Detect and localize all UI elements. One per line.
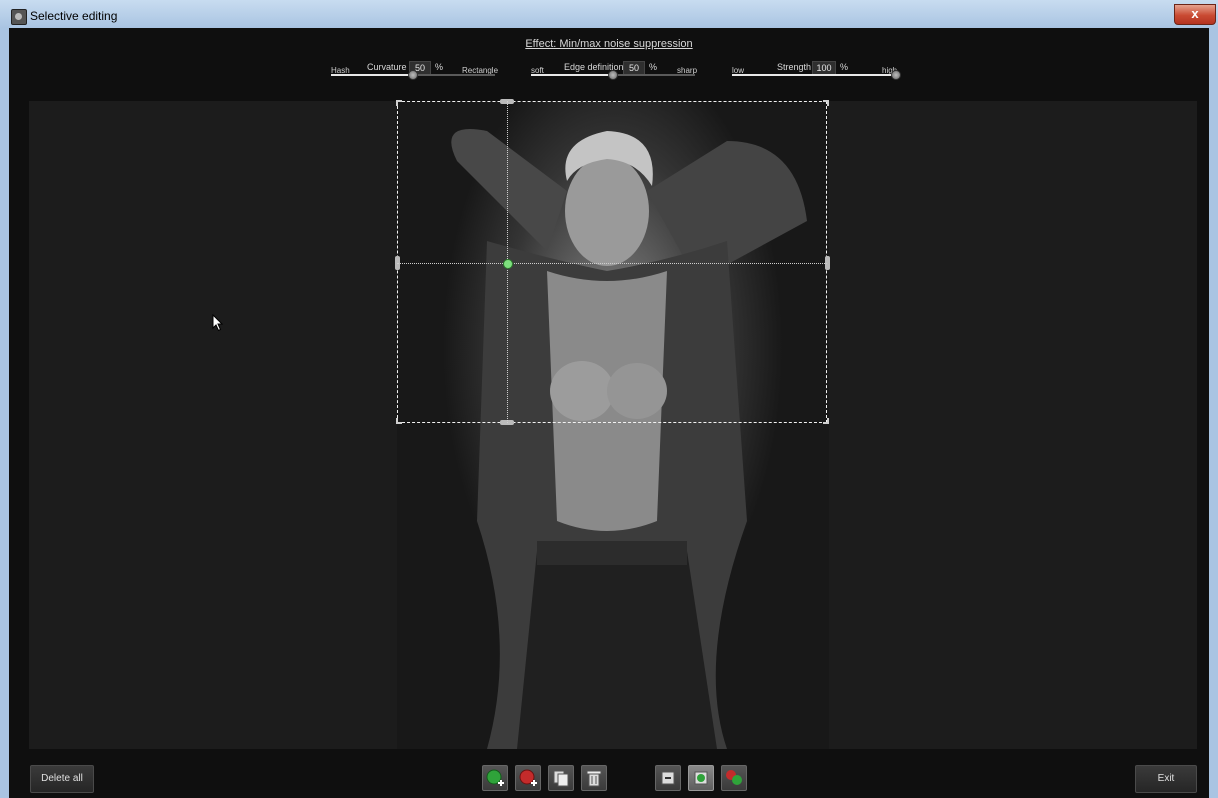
image-canvas[interactable]	[29, 99, 1197, 749]
view-green-button[interactable]	[688, 765, 714, 791]
edge-unit: %	[649, 62, 658, 72]
curvature-unit: %	[435, 62, 444, 72]
copy-selection-button[interactable]	[548, 765, 574, 791]
window-title: Selective editing	[30, 9, 118, 23]
title-bar: Selective editing x	[0, 0, 1218, 29]
curvature-label: Curvature	[367, 62, 407, 72]
green-dot-icon	[694, 771, 708, 785]
add-green-selection-icon	[486, 769, 504, 786]
app-icon	[11, 9, 27, 25]
selection-guide-horizontal	[397, 263, 827, 264]
add-green-selection-button[interactable]	[482, 765, 508, 791]
curvature-slider-track[interactable]	[331, 70, 495, 80]
window-frame-right	[1209, 28, 1218, 798]
edge-slider-track[interactable]	[531, 70, 695, 80]
strength-slider-fill	[732, 74, 896, 76]
delete-all-button[interactable]: Delete all	[30, 765, 94, 793]
edge-value-input[interactable]: 50	[623, 61, 645, 75]
curvature-slider-thumb[interactable]	[408, 70, 418, 80]
close-button[interactable]: x	[1174, 4, 1216, 25]
strength-unit: %	[840, 62, 849, 72]
add-red-selection-button[interactable]	[515, 765, 541, 791]
trash-icon	[586, 770, 602, 787]
minus-icon	[661, 771, 675, 785]
strength-slider-track[interactable]	[732, 70, 901, 80]
selection-center-point[interactable]	[503, 259, 513, 269]
mouse-cursor-icon	[212, 314, 224, 332]
strength-label: Strength	[777, 62, 812, 72]
edge-slider-fill	[531, 74, 613, 76]
selection-handle-bottom-left[interactable]	[396, 418, 402, 424]
selection-handle-bottom-right[interactable]	[823, 418, 829, 424]
window-frame-left	[0, 28, 9, 798]
edge-slider-thumb[interactable]	[608, 70, 618, 80]
strength-slider-thumb[interactable]	[891, 70, 901, 80]
exit-button[interactable]: Exit	[1135, 765, 1197, 793]
strength-value-input[interactable]: 100	[812, 61, 836, 75]
selection-handle-top-left[interactable]	[396, 100, 402, 106]
red-green-dots-icon	[726, 770, 742, 785]
add-red-selection-icon	[519, 769, 537, 786]
copy-selection-icon	[553, 770, 569, 787]
editor-client-area: Effect: Min/max noise suppression Hash C…	[9, 28, 1209, 798]
view-mixed-button[interactable]	[721, 765, 747, 791]
delete-selection-button[interactable]	[581, 765, 607, 791]
effect-title-link[interactable]: Effect: Min/max noise suppression	[9, 38, 1209, 50]
view-minus-button[interactable]	[655, 765, 681, 791]
selection-rectangle[interactable]	[397, 101, 827, 423]
curvature-slider-fill	[331, 74, 413, 76]
selection-handle-top-right[interactable]	[823, 100, 829, 106]
